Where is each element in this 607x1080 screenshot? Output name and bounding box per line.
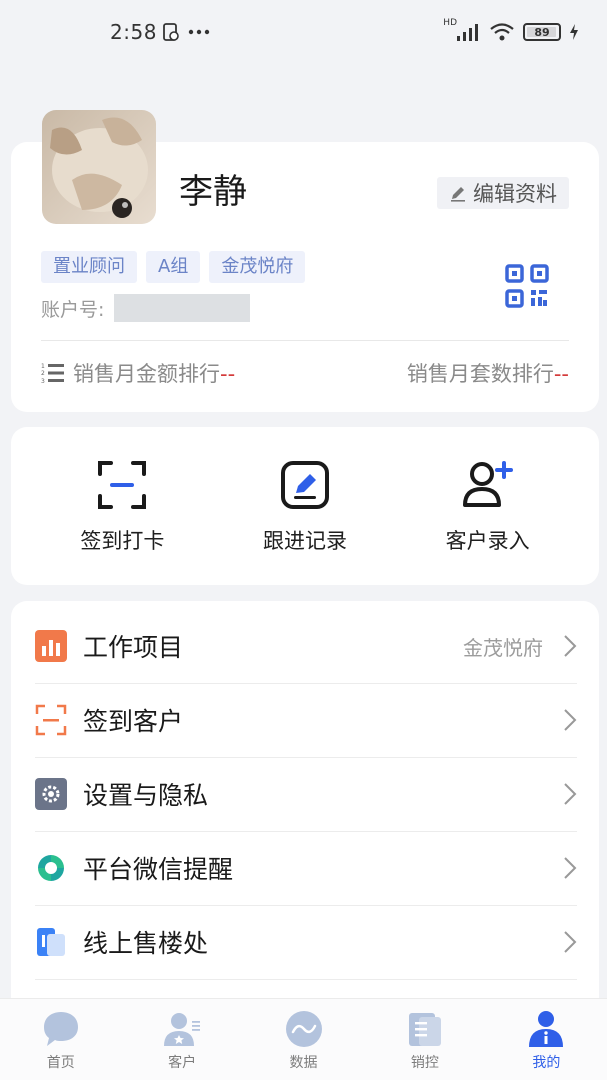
- rank-amount[interactable]: 123 销售月金额排行--: [41, 358, 235, 388]
- edit-record-icon: [280, 461, 329, 509]
- clipboard-icon: [163, 23, 179, 41]
- scan-icon: [35, 704, 67, 736]
- nav-label: 首页: [46, 1055, 75, 1071]
- rank-count[interactable]: 销售月套数排行--: [407, 358, 569, 388]
- rank-amount-label: 销售月金额排行: [73, 362, 220, 386]
- rank-count-value: --: [553, 362, 569, 386]
- menu-item-work-project[interactable]: 工作项目 金茂悦府: [35, 609, 577, 683]
- chevron-right-icon: [564, 931, 577, 953]
- menu-label: 签到客户: [83, 707, 184, 736]
- user-name: 李静: [179, 172, 247, 212]
- menu-list: 工作项目 金茂悦府 签到客户 设置与隐私 平台微信提醒 线上售楼处: [11, 601, 599, 1001]
- menu-value: 金茂悦府: [463, 635, 543, 660]
- more-icon: [188, 29, 210, 35]
- account-label: 账户号:: [41, 298, 105, 321]
- nav-label: 我的: [532, 1055, 561, 1071]
- rank-amount-value: --: [220, 362, 236, 386]
- status-bar: 2:58 HD 89: [0, 0, 607, 68]
- menu-item-settings[interactable]: 设置与隐私: [35, 757, 577, 831]
- tag-role: 置业顾问: [41, 251, 137, 283]
- chart-icon: [35, 630, 67, 662]
- avatar-image: [42, 110, 156, 224]
- ranking-list-icon: 123: [41, 363, 64, 384]
- pencil-icon: [451, 187, 465, 202]
- chevron-right-icon: [564, 783, 577, 805]
- menu-divider: [35, 979, 577, 980]
- building-icon: [35, 926, 67, 958]
- bottom-nav: 首页 客户 数据 销控 我的: [0, 998, 607, 1080]
- follow-record-action[interactable]: 跟进记录: [230, 427, 380, 585]
- edit-profile-button[interactable]: 编辑资料: [437, 177, 569, 209]
- checkin-action[interactable]: 签到打卡: [47, 427, 197, 585]
- charging-icon: [570, 24, 578, 40]
- nav-label: 客户: [168, 1055, 197, 1071]
- chevron-right-icon: [564, 635, 577, 657]
- svg-text:2: 2: [41, 370, 45, 377]
- chevron-right-icon: [564, 857, 577, 879]
- status-left-icons: [162, 22, 210, 42]
- tag-project: 金茂悦府: [209, 251, 306, 283]
- nav-label: 销控: [410, 1055, 439, 1071]
- follow-record-label: 跟进记录: [262, 529, 347, 553]
- nav-sales-control[interactable]: 销控: [364, 999, 485, 1080]
- customer-entry-label: 客户录入: [445, 529, 530, 553]
- account-number-masked: [114, 294, 251, 322]
- menu-label: 平台微信提醒: [83, 855, 234, 884]
- nav-data[interactable]: 数据: [243, 999, 364, 1080]
- menu-label: 线上售楼处: [83, 929, 209, 958]
- menu-item-online-sales[interactable]: 线上售楼处: [35, 905, 577, 979]
- menu-item-wechat-reminder[interactable]: 平台微信提醒: [35, 831, 577, 905]
- add-user-icon: [462, 461, 513, 507]
- profile-icon: [529, 1011, 564, 1047]
- chat-icon: [43, 1012, 78, 1046]
- battery-icon: 89: [523, 23, 561, 41]
- avatar[interactable]: [42, 110, 156, 224]
- status-right: HD 89: [443, 18, 579, 42]
- tag-group: A组: [146, 251, 201, 283]
- tag-list: 置业顾问 A组 金茂悦府: [41, 251, 306, 283]
- customer-icon: [164, 1013, 201, 1046]
- document-icon: [408, 1013, 441, 1046]
- customer-entry-action[interactable]: 客户录入: [413, 427, 563, 585]
- nav-home[interactable]: 首页: [0, 999, 121, 1080]
- nav-mine[interactable]: 我的: [486, 999, 607, 1080]
- nav-label: 数据: [289, 1055, 318, 1071]
- refresh-icon: [35, 852, 67, 884]
- checkin-label: 签到打卡: [80, 529, 165, 553]
- menu-label: 设置与隐私: [83, 781, 209, 810]
- status-time: 2:58: [110, 20, 157, 44]
- edit-profile-label: 编辑资料: [473, 182, 557, 206]
- menu-label: 工作项目: [83, 633, 184, 662]
- data-icon: [285, 1011, 322, 1047]
- scan-icon: [98, 461, 147, 509]
- svg-text:3: 3: [41, 378, 45, 384]
- divider: [41, 340, 569, 341]
- nav-customer[interactable]: 客户: [121, 999, 242, 1080]
- signal-icon: [457, 24, 478, 41]
- rank-count-label: 销售月套数排行: [406, 362, 554, 386]
- menu-item-checkin-customer[interactable]: 签到客户: [35, 683, 577, 757]
- svg-text:1: 1: [41, 363, 45, 370]
- quick-actions: 签到打卡 跟进记录 客户录入: [11, 427, 599, 585]
- chevron-right-icon: [564, 709, 577, 731]
- account-row: 账户号:: [41, 294, 251, 322]
- network-label: HD: [443, 18, 457, 28]
- wifi-icon: [490, 23, 514, 41]
- gear-icon: [35, 778, 67, 810]
- qr-code-icon[interactable]: [505, 264, 549, 308]
